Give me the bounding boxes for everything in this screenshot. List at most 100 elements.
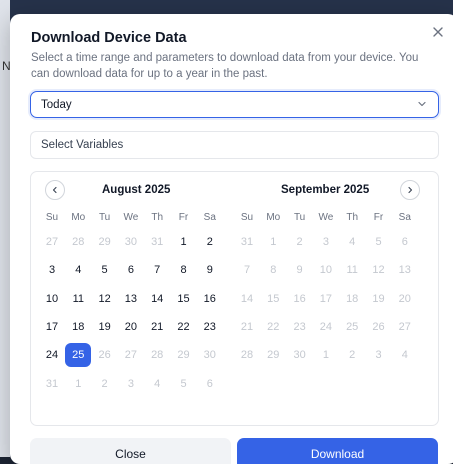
calendar-day[interactable]: 9 — [197, 258, 223, 282]
calendar-day: 21 — [240, 320, 254, 333]
weekday-header: We — [318, 212, 334, 223]
calendar-day[interactable]: 13 — [118, 287, 144, 311]
calendar-day: 23 — [293, 320, 306, 333]
calendar-day: 12 — [372, 264, 385, 277]
calendar-day: 17 — [319, 292, 333, 305]
calendar-day[interactable]: 11 — [65, 287, 91, 311]
weekday-header: Sa — [203, 212, 216, 223]
time-range-select[interactable]: Today — [30, 91, 439, 118]
calendar-day: 27 — [398, 320, 411, 333]
select-variables-placeholder: Select Variables — [41, 139, 124, 151]
close-button[interactable]: Close — [30, 438, 231, 464]
calendar-day[interactable]: 21 — [144, 315, 170, 339]
calendar-day: 1 — [322, 349, 329, 362]
calendar-day: 31 — [240, 236, 254, 248]
weekday-header: Fr — [178, 212, 189, 223]
calendar-month-title: September 2025 — [281, 184, 370, 196]
weekday-header: Tu — [293, 212, 306, 223]
download-button[interactable]: Download — [237, 438, 438, 464]
weekday-header: We — [123, 212, 139, 223]
calendar-day[interactable]: 1 — [171, 230, 197, 254]
calendar-day: 4 — [349, 236, 356, 248]
calendar-day: 10 — [319, 264, 333, 277]
weekday-header: Su — [45, 212, 59, 223]
calendar-day: 25 — [346, 320, 359, 333]
calendar-day: 3 — [322, 236, 329, 248]
calendar-day: 30 — [293, 349, 306, 362]
calendar-day[interactable]: 5 — [92, 258, 118, 282]
time-range-value: Today — [41, 98, 72, 111]
calendar-day: 29 — [177, 349, 190, 362]
calendar-day[interactable]: 16 — [197, 287, 223, 311]
calendar-day: 14 — [240, 292, 254, 305]
weekday-header: Fr — [373, 212, 384, 223]
calendar-day: 1 — [270, 236, 277, 248]
calendar-day: 1 — [75, 377, 82, 390]
next-month-button[interactable] — [400, 180, 420, 200]
calendar-day: 5 — [180, 377, 187, 390]
calendar-day: 24 — [319, 320, 333, 333]
calendar-day[interactable]: 2 — [197, 230, 223, 254]
calendar-day[interactable]: 19 — [92, 315, 118, 339]
download-device-data-dialog: Download Device Data Select a time range… — [10, 14, 453, 464]
calendar-day[interactable]: 12 — [92, 287, 118, 311]
dialog-description: Select a time range and parameters to do… — [31, 52, 419, 80]
calendar-day: 28 — [72, 236, 85, 248]
weekday-header: Tu — [98, 212, 111, 223]
calendar-day: 2 — [296, 236, 303, 248]
calendar-day: 27 — [45, 236, 59, 248]
calendar-day: 4 — [401, 349, 408, 362]
chevron-right-icon — [408, 186, 413, 194]
calendar-day[interactable]: 23 — [197, 315, 223, 339]
calendar-day: 3 — [127, 377, 134, 390]
weekday-header: Mo — [266, 212, 281, 223]
calendar-day[interactable]: 7 — [144, 258, 170, 282]
select-variables-field[interactable]: Select Variables — [30, 131, 439, 159]
calendar-day[interactable]: 15 — [171, 287, 197, 311]
calendar-day[interactable]: 3 — [39, 258, 65, 282]
calendar-day[interactable]: 14 — [144, 287, 170, 311]
calendar-day: 13 — [398, 264, 411, 277]
calendar-day: 28 — [240, 349, 254, 362]
calendar-day: 26 — [98, 349, 111, 362]
chevron-left-icon — [52, 186, 57, 194]
calendar-day[interactable]: 18 — [65, 315, 91, 339]
calendar-day[interactable]: 6 — [118, 258, 144, 282]
weekday-header: Sa — [398, 212, 411, 223]
calendar-day: 28 — [151, 349, 164, 362]
calendar-day: 31 — [45, 377, 59, 390]
weekday-header: Th — [346, 212, 359, 223]
calendar-day: 4 — [154, 377, 161, 390]
calendar-day: 6 — [401, 236, 408, 248]
calendar-day[interactable]: 17 — [39, 315, 65, 339]
previous-month-button[interactable] — [45, 180, 65, 200]
calendar-day[interactable]: 22 — [171, 315, 197, 339]
chevron-down-icon — [417, 96, 427, 114]
calendar-day[interactable]: 20 — [118, 315, 144, 339]
calendar-day[interactable]: 10 — [39, 287, 65, 311]
calendar-day: 8 — [270, 264, 277, 277]
calendar-day: 29 — [98, 236, 111, 248]
calendar-day: 22 — [267, 320, 280, 333]
calendar-day: 16 — [293, 292, 306, 305]
selected-day[interactable]: 25 — [65, 343, 92, 368]
calendar-day: 5 — [375, 236, 382, 248]
calendar-day[interactable]: 24 — [39, 343, 65, 367]
calendar-month-title: August 2025 — [102, 184, 171, 196]
calendar-day: 19 — [372, 292, 385, 305]
weekday-header: Mo — [71, 212, 86, 223]
calendar-day: 3 — [375, 349, 382, 362]
calendar-day[interactable]: 8 — [171, 258, 197, 282]
calendar-day: 26 — [372, 320, 385, 333]
dialog-title: Download Device Data — [31, 30, 187, 46]
date-range-calendar: August 2025 Su Mo Tu We Th Fr Sa 27 28 29 30 31 1 2 3 4 5… — [30, 171, 439, 426]
close-icon[interactable] — [431, 25, 445, 39]
calendar-day: 11 — [346, 264, 358, 277]
weekday-header: Th — [151, 212, 164, 223]
calendar-day: 30 — [203, 349, 216, 362]
weekday-header: Su — [240, 212, 254, 223]
calendar-day[interactable]: 4 — [65, 258, 91, 282]
calendar-day: 2 — [349, 349, 356, 362]
calendar-day: 15 — [267, 292, 280, 305]
calendar-day: 30 — [124, 236, 138, 248]
